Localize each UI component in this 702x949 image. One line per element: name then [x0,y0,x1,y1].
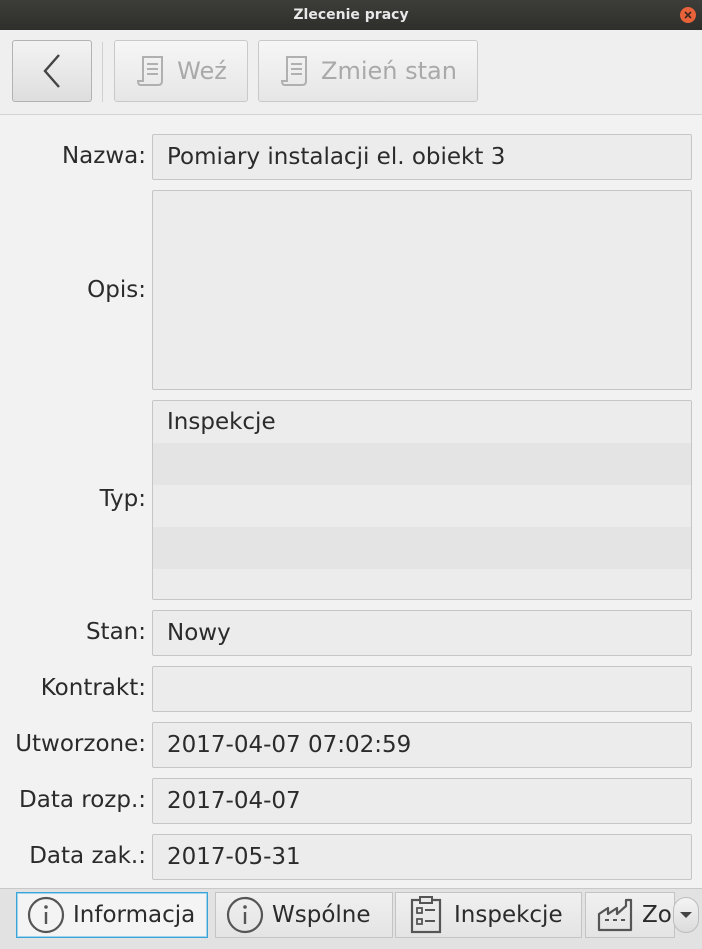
checklist-icon [410,896,442,934]
type-label: Typ: [99,486,146,512]
list-item [153,527,691,569]
factory-icon [597,898,633,932]
toolbar: Weź Zmień stan [0,30,702,115]
description-label: Opis: [87,277,146,303]
tab-bar: Informacja Wspólne Inspekcje Zo [0,888,702,949]
tab-inspections-label: Inspekcje [454,902,563,928]
contract-field[interactable] [152,666,692,712]
tab-common-label: Wspólne [272,902,371,928]
close-icon [684,11,692,19]
tab-information-label: Informacja [73,902,196,928]
info-icon [226,896,264,934]
back-button[interactable] [12,40,92,102]
contract-label: Kontrakt: [40,675,146,701]
start-date-label: Data rozp.: [19,787,146,813]
created-label: Utworzone: [15,731,146,757]
take-button[interactable]: Weź [114,40,248,102]
end-date-label: Data zak.: [29,843,146,869]
change-state-button[interactable]: Zmień stan [258,40,478,102]
chevron-left-icon [43,54,60,88]
take-button-label: Weź [177,57,227,85]
tab-orders[interactable]: Zo [585,892,675,938]
window-title: Zlecenie pracy [293,7,409,23]
tab-information[interactable]: Informacja [16,892,208,938]
document-icon [137,56,164,86]
list-item [153,569,691,599]
start-date-value: 2017-04-07 [167,788,301,814]
toolbar-separator [102,42,103,102]
state-label: Stan: [85,619,146,645]
state-value: Nowy [167,620,231,646]
start-date-field[interactable]: 2017-04-07 [152,778,692,824]
info-icon [27,896,65,934]
list-item [153,485,691,527]
state-field[interactable]: Nowy [152,610,692,656]
name-field[interactable]: Pomiary instalacji el. obiekt 3 [152,134,692,180]
created-value: 2017-04-07 07:02:59 [167,732,412,758]
tab-common[interactable]: Wspólne [215,892,393,938]
type-list[interactable]: Inspekcje [152,400,692,600]
tab-inspections[interactable]: Inspekcje [395,892,582,938]
created-field[interactable]: 2017-04-07 07:02:59 [152,722,692,768]
end-date-value: 2017-05-31 [167,844,301,870]
name-label: Nazwa: [61,143,146,169]
list-item [153,443,691,485]
tab-overflow-button[interactable] [673,897,699,933]
change-state-button-label: Zmień stan [321,57,457,85]
title-bar: Zlecenie pracy [0,0,702,30]
name-value: Pomiary instalacji el. obiekt 3 [167,144,506,170]
document-icon [281,56,308,86]
close-button[interactable] [680,7,696,23]
end-date-field[interactable]: 2017-05-31 [152,834,692,880]
tab-orders-label: Zo [642,902,672,928]
description-field[interactable] [152,190,692,390]
chevron-down-icon [680,912,692,918]
list-item[interactable]: Inspekcje [153,401,691,443]
